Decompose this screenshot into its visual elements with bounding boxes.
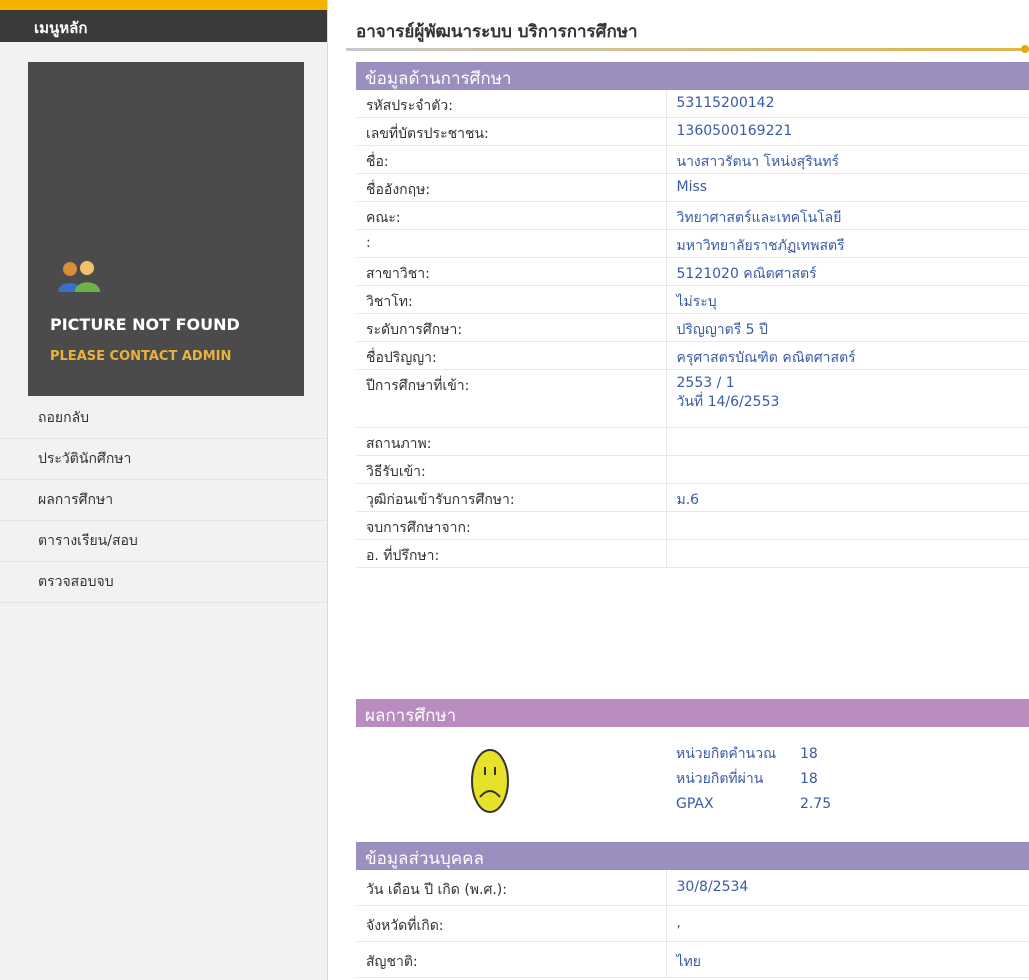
table-row: : มหาวิทยาลัยราชภัฏเทพสตรี [356,229,1029,258]
stat-label: หน่วยกิตที่ผ่าน [676,771,764,787]
row-label: วัน เดือน ปี เกิด (พ.ศ.): [356,870,667,906]
menu-header: เมนูหลัก [0,10,327,42]
row-label: ปีการศึกษาที่เข้า: [356,369,667,428]
main-content: อาจารย์ผู้พัฒนาระบบ บริการการศึกษา ข้อมู… [346,0,1029,980]
table-row: คณะ: วิทยาศาสตร์และเทคโนโลยี [356,201,1029,230]
grade-stats: หน่วยกิตคำนวณ 18 หน่วยกิตที่ผ่าน 18 GPAX 2.… [676,742,831,817]
row-label: วุฒิก่อนเข้ารับการศึกษา: [356,483,667,512]
table-row: สถานภาพ: [356,427,1029,456]
stat-value: 2.75 [800,796,832,812]
row-label: วิธีรับเข้า: [356,455,667,484]
stat-row: GPAX 2.75 [676,792,831,817]
row-value: ปริญญาตรี 5 ปี [666,313,1029,342]
table-row: วิชาโท: ไม่ระบุ [356,285,1029,314]
table-row: ชื่อ: นางสาวรัตนา โหน่งสุรินทร์ [356,145,1029,174]
results-section-header: ผลการศึกษา [356,699,1029,727]
page-title: อาจารย์ผู้พัฒนาระบบ บริการการศึกษา [356,22,638,42]
entry-year-term: 2553 / 1 [676,375,735,391]
row-value: 53115200142 [666,90,1029,118]
table-row: วุฒิก่อนเข้ารับการศึกษา: ม.6 [356,483,1029,512]
row-label: วิชาโท: [356,285,667,314]
row-value: ไทย [666,941,1029,978]
table-row: จบการศึกษาจาก: [356,511,1029,540]
row-value: นางสาวรัตนา โหน่งสุรินทร์ [666,145,1029,174]
row-label: ชื่ออังกฤษ: [356,173,667,202]
table-row: สาขาวิชา: 5121020 คณิตศาสตร์ [356,257,1029,286]
title-divider [346,45,1029,53]
table-row: จังหวัดที่เกิด:, [356,905,1029,942]
row-label: จังหวัดที่เกิด: [356,905,667,942]
row-label: ระดับการศึกษา: [356,313,667,342]
row-value: ครุศาสตรบัณฑิต คณิตศาสตร์ [666,341,1029,370]
stat-row: หน่วยกิตที่ผ่าน 18 [676,767,831,792]
row-value [666,427,1029,456]
people-icon [58,261,100,292]
profile-photo-placeholder: PICTURE NOT FOUND PLEASE CONTACT ADMIN [28,62,304,396]
sidebar-item-back[interactable]: ถอยกลับ [0,398,328,439]
stat-label: หน่วยกิตคำนวณ [676,746,777,762]
results-panel: หน่วยกิตคำนวณ 18 หน่วยกิตที่ผ่าน 18 GPAX 2.… [356,731,1029,837]
table-row: ปีการศึกษาที่เข้า: 2553 / 1 วันที่ 14/6/25… [356,369,1029,428]
row-label: สาขาวิชา: [356,257,667,286]
table-row: ชื่อปริญญา: ครุศาสตรบัณฑิต คณิตศาสตร์ [356,341,1029,370]
sad-face-icon [471,749,509,813]
row-value: 2553 / 1 วันที่ 14/6/2553 [666,369,1029,428]
table-row: ระดับการศึกษา: ปริญญาตรี 5 ปี [356,313,1029,342]
contact-admin-text: PLEASE CONTACT ADMIN [50,349,232,364]
table-row: อ. ที่ปรึกษา: [356,539,1029,568]
stat-value: 18 [800,771,818,787]
row-value: วิทยาศาสตร์และเทคโนโลยี [666,201,1029,230]
row-value: , [666,905,1029,942]
stat-label: GPAX [676,796,714,812]
row-value: 30/8/2534 [666,870,1029,906]
entry-date: วันที่ 14/6/2553 [676,394,780,410]
sidebar-item-schedule[interactable]: ตารางเรียน/สอบ [0,521,328,562]
row-value: ไม่ระบุ [666,285,1029,314]
table-row: เลขที่บัตรประชาชน: 1360500169221 [356,117,1029,146]
top-accent-strip [0,0,327,10]
row-label: ชื่อ: [356,145,667,174]
row-label: สถานภาพ: [356,427,667,456]
sidebar-item-grades[interactable]: ผลการศึกษา [0,480,328,521]
table-row: วัน เดือน ปี เกิด (พ.ศ.): 30/8/2534 [356,870,1029,906]
sidebar-nav: ถอยกลับ ประวัตินักศึกษา ผลการศึกษา ตาราง… [0,398,328,603]
row-value [666,511,1029,540]
row-label: เลขที่บัตรประชาชน: [356,117,667,146]
row-label: สัญชาติ: [356,941,667,978]
row-label: อ. ที่ปรึกษา: [356,539,667,568]
row-value: มหาวิทยาลัยราชภัฏเทพสตรี [666,229,1029,258]
stat-row: หน่วยกิตคำนวณ 18 [676,742,831,767]
row-value: ม.6 [666,483,1029,512]
sidebar: เมนูหลัก PICTURE NOT FOUND PLEASE CONTAC… [0,0,328,980]
row-label: : [356,229,667,258]
row-value: 5121020 คณิตศาสตร์ [666,257,1029,286]
picture-not-found-text: PICTURE NOT FOUND [50,315,240,334]
row-label: คณะ: [356,201,667,230]
row-label: รหัสประจำตัว: [356,90,667,118]
education-section-header: ข้อมูลด้านการศึกษา [356,62,1029,90]
table-row: วิธีรับเข้า: [356,455,1029,484]
row-value: 1360500169221 [666,117,1029,146]
table-row: รหัสประจำตัว: 53115200142 [356,90,1029,118]
table-row: ชื่ออังกฤษ: Miss [356,173,1029,202]
education-table: รหัสประจำตัว: 53115200142 เลขที่บัตรประชา… [356,90,1029,568]
row-value [666,539,1029,568]
sidebar-item-graduation-check[interactable]: ตรวจสอบจบ [0,562,328,603]
stat-value: 18 [800,746,818,762]
row-value [666,455,1029,484]
personal-table: วัน เดือน ปี เกิด (พ.ศ.): 30/8/2534 จังหว… [356,870,1029,978]
personal-section-header: ข้อมูลส่วนบุคคล [356,842,1029,870]
row-label: ชื่อปริญญา: [356,341,667,370]
row-label: จบการศึกษาจาก: [356,511,667,540]
table-row: สัญชาติ: ไทย [356,941,1029,978]
sidebar-item-student-history[interactable]: ประวัตินักศึกษา [0,439,328,480]
row-value: Miss [666,173,1029,202]
